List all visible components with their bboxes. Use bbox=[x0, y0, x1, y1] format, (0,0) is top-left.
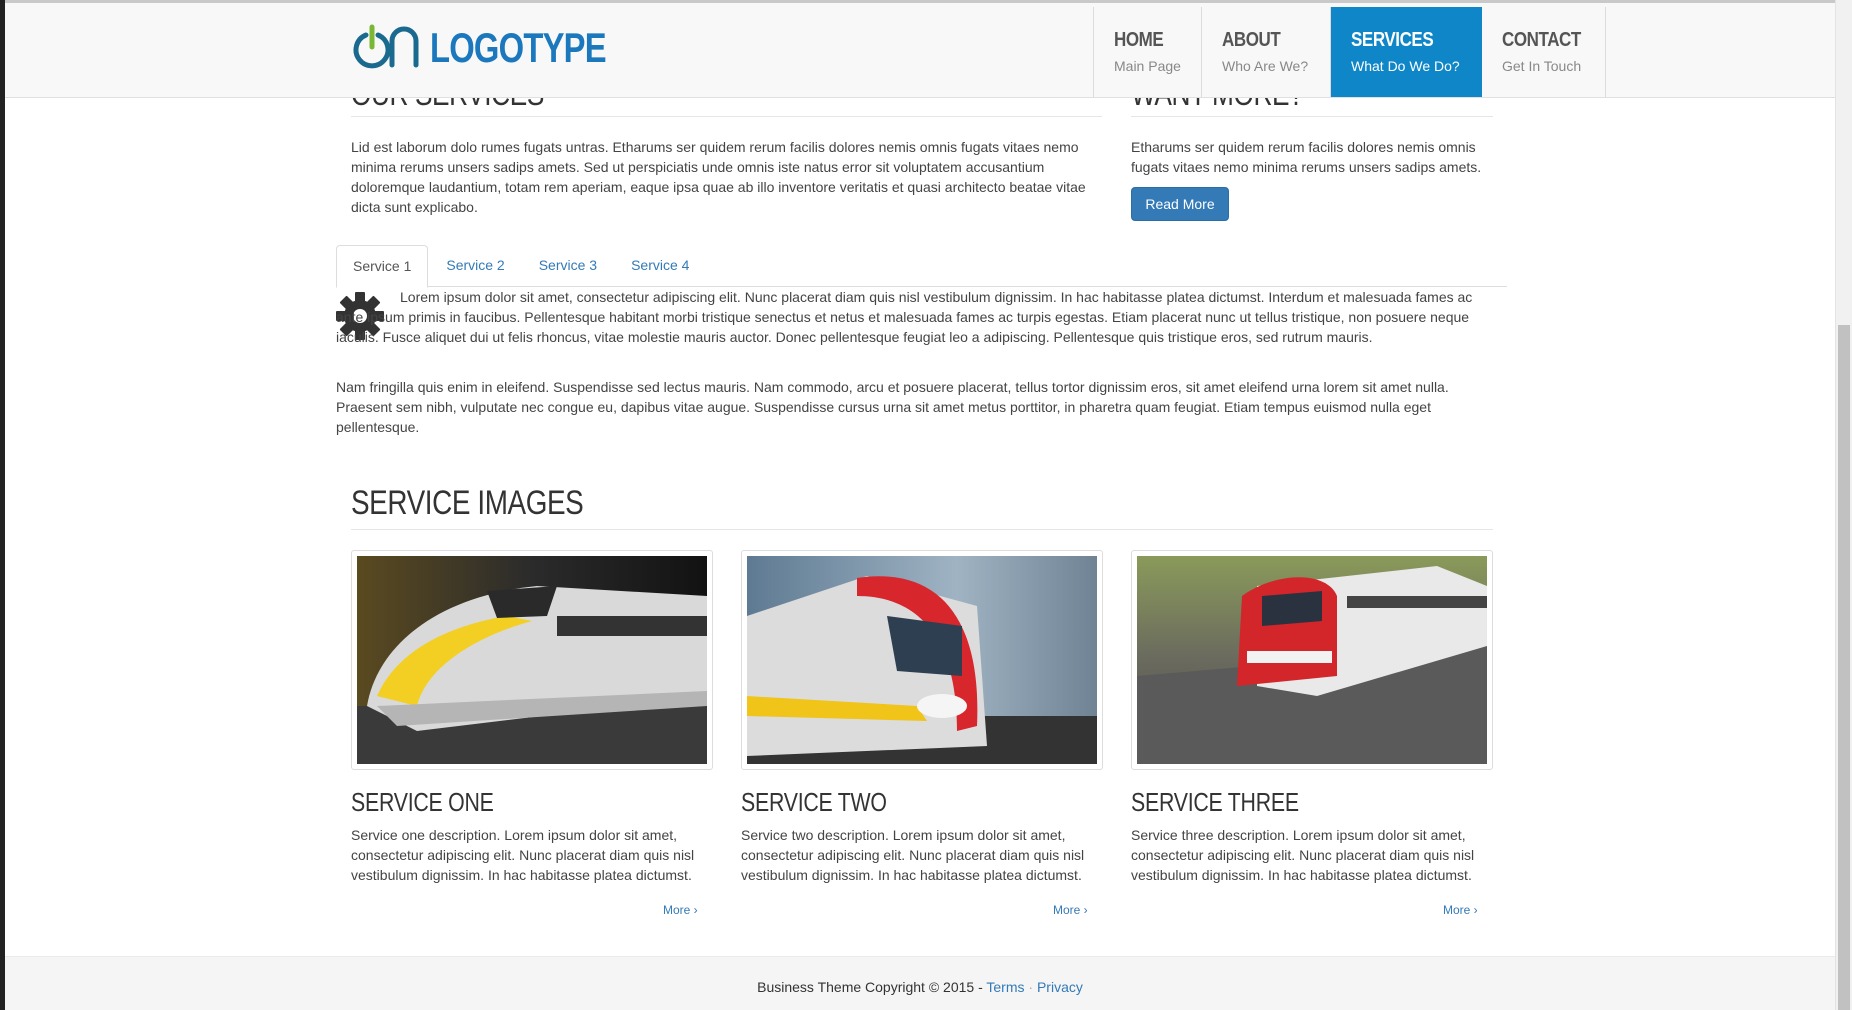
service-one-desc: Service one description. Lorem ipsum dol… bbox=[351, 827, 695, 883]
service-two-title: SERVICE TWO bbox=[741, 787, 887, 817]
service-images-heading: SERVICE IMAGES bbox=[351, 484, 584, 522]
service-three-more-link[interactable]: More › bbox=[1443, 903, 1478, 917]
tab-paragraph-2: Nam fringilla quis enim in eleifend. Sus… bbox=[336, 379, 1449, 435]
main-nav: HOME Main Page ABOUT Who Are We? SERVICE… bbox=[1093, 7, 1606, 97]
footer-terms-link[interactable]: Terms bbox=[986, 979, 1024, 995]
tab-paragraph-1: Lorem ipsum dolor sit amet, consectetur … bbox=[336, 289, 1473, 345]
service-three-image[interactable] bbox=[1131, 550, 1493, 770]
nav-about-title: ABOUT bbox=[1222, 29, 1281, 51]
nav-contact-title: CONTACT bbox=[1502, 29, 1581, 51]
our-services-rule bbox=[351, 116, 1102, 117]
scrollbar-thumb[interactable] bbox=[1838, 325, 1850, 1010]
nav-services-subtitle: What Do We Do? bbox=[1351, 58, 1460, 74]
tab-service-4[interactable]: Service 4 bbox=[615, 245, 705, 287]
nav-services-title: SERVICES bbox=[1351, 29, 1434, 51]
nav-about[interactable]: ABOUT Who Are We? bbox=[1202, 7, 1331, 97]
vertical-scrollbar[interactable] bbox=[1835, 0, 1852, 1010]
nav-contact[interactable]: CONTACT Get In Touch bbox=[1482, 7, 1606, 97]
service-two-image[interactable] bbox=[741, 550, 1103, 770]
service-two-more-link[interactable]: More › bbox=[1053, 903, 1088, 917]
train-image bbox=[1137, 556, 1487, 764]
want-more-rule bbox=[1131, 116, 1493, 117]
tab-service-1[interactable]: Service 1 bbox=[336, 245, 429, 288]
service-two-desc: Service two description. Lorem ipsum dol… bbox=[741, 827, 1085, 883]
footer-separator: · bbox=[1028, 979, 1034, 995]
nav-services[interactable]: SERVICES What Do We Do? bbox=[1331, 7, 1482, 97]
window-edge bbox=[0, 0, 5, 1010]
tab-service-2[interactable]: Service 2 bbox=[430, 245, 520, 287]
site-footer: Business Theme Copyright © 2015 - Terms … bbox=[5, 956, 1835, 1010]
want-more-text: Etharums ser quidem rerum facilis dolore… bbox=[1131, 139, 1482, 175]
nav-contact-subtitle: Get In Touch bbox=[1502, 58, 1582, 74]
service-one-more-link[interactable]: More › bbox=[663, 903, 698, 917]
train-image bbox=[357, 556, 707, 764]
service-one-image[interactable] bbox=[351, 550, 713, 770]
tab-service-3[interactable]: Service 3 bbox=[523, 245, 613, 287]
power-logo-icon bbox=[353, 24, 419, 69]
nav-about-subtitle: Who Are We? bbox=[1222, 58, 1309, 74]
footer-copyright: Business Theme Copyright © 2015 - bbox=[757, 979, 983, 995]
nav-home[interactable]: HOME Main Page bbox=[1093, 7, 1202, 97]
nav-home-title: HOME bbox=[1114, 29, 1164, 51]
service-tabs: Service 1 Service 2 Service 3 Service 4 bbox=[336, 245, 1507, 288]
logo[interactable]: LOGOTYPE bbox=[352, 23, 655, 73]
service-one-title: SERVICE ONE bbox=[351, 787, 494, 817]
service-images-rule bbox=[351, 529, 1493, 530]
our-services-text: Lid est laborum dolo rumes fugats untras… bbox=[351, 139, 1086, 215]
service-three-title: SERVICE THREE bbox=[1131, 787, 1299, 817]
train-image bbox=[747, 556, 1097, 764]
nav-home-subtitle: Main Page bbox=[1114, 58, 1181, 74]
footer-privacy-link[interactable]: Privacy bbox=[1037, 979, 1083, 995]
service-three-desc: Service three description. Lorem ipsum d… bbox=[1131, 827, 1475, 883]
site-header: LOGOTYPE HOME Main Page ABOUT Who Are We… bbox=[5, 0, 1835, 98]
logo-text: LOGOTYPE bbox=[430, 24, 607, 71]
read-more-button[interactable]: Read More bbox=[1131, 187, 1229, 221]
